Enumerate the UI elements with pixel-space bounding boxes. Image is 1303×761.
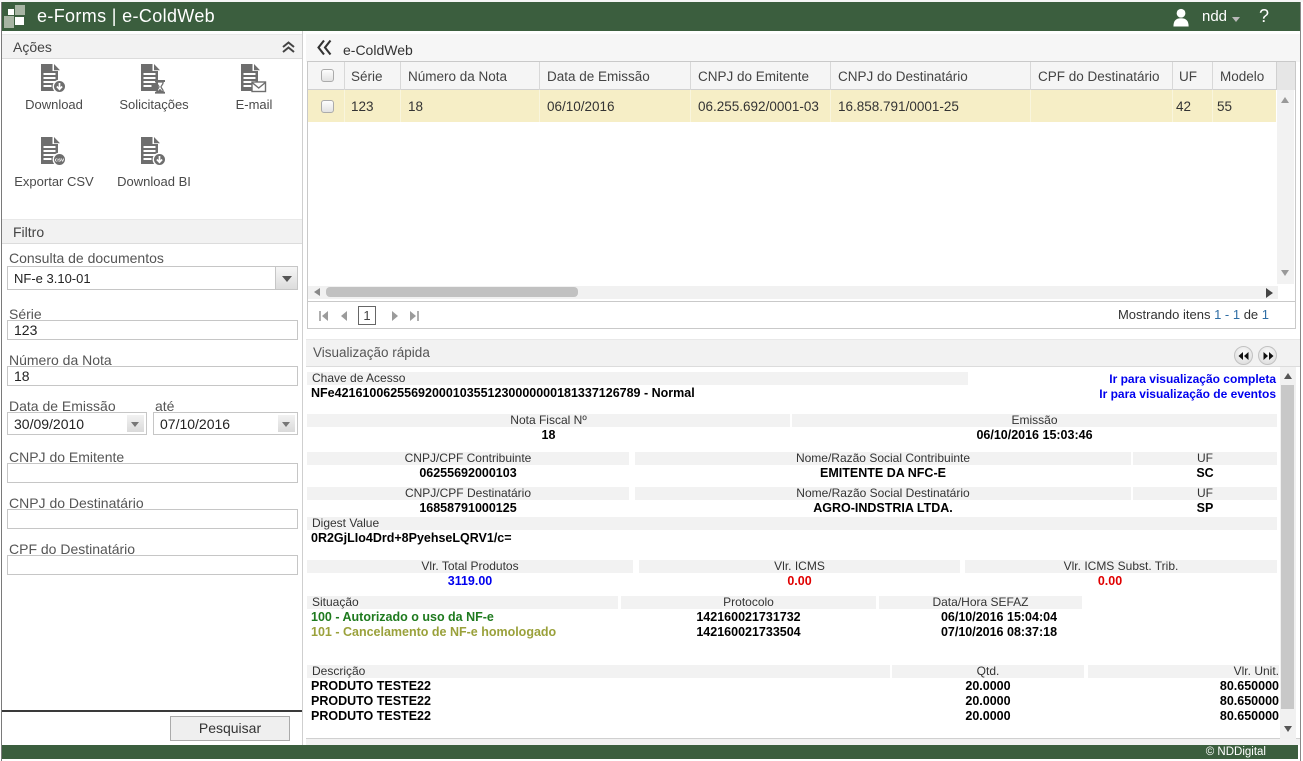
svg-text:csv: csv bbox=[55, 158, 65, 164]
